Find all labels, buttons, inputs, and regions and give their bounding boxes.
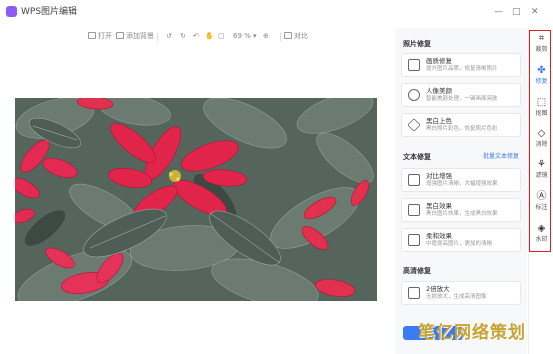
toolbar-divider [280, 33, 281, 41]
card-desc: 黑白照片彩色，恢复照片色彩 [426, 126, 498, 132]
add-background-label: 添加背景 [126, 32, 154, 40]
compare-icon [284, 32, 292, 39]
portrait-beauty-card[interactable]: 人像美颜 智能美颜处理，一键画面亮肤 [401, 83, 521, 107]
bw-icon [408, 204, 420, 216]
card-desc: 智能美颜处理，一键画面亮肤 [426, 96, 498, 102]
zoom-select[interactable]: 69 % ▾ [233, 30, 257, 42]
portrait-icon [408, 89, 420, 101]
zoom-value: 69 % [233, 32, 251, 40]
contrast-enhance-card[interactable]: 对比增强 增强图片清晰，大幅增强效果 [401, 168, 521, 192]
top-toolbar: 打开 添加背景 ↺ ↻ ↶ ✋ ▢ 69 % ▾ ⊕ 对比 [0, 27, 395, 45]
soft-effect-card[interactable]: 柔和效果 中度提高图片，更加的清晰 [401, 228, 521, 252]
batch-text-repair-link[interactable]: 批量文本修复 [483, 152, 519, 162]
minimize-button[interactable]: — [494, 6, 503, 18]
undo-button[interactable]: ↶ [193, 30, 199, 42]
expand-icon [408, 287, 420, 299]
folder-icon [88, 32, 96, 39]
site-watermark: 笔亿网络策划 [418, 323, 526, 343]
app-title: WPS图片编辑 [21, 7, 78, 17]
card-desc: 提升图片品质，修复清晰照片 [426, 66, 498, 72]
background-icon [116, 32, 124, 39]
toolbar-divider [157, 33, 158, 41]
card-title: 对比增强 [426, 172, 452, 180]
card-desc: 黑白图片效果，生成黑白效果 [426, 211, 498, 217]
bw-effect-card[interactable]: 黑白效果 黑白图片效果，生成黑白效果 [401, 198, 521, 222]
quality-repair-card[interactable]: 画质修复 提升图片品质，修复清晰照片 [401, 53, 521, 77]
card-title: 黑白上色 [426, 117, 452, 125]
card-title: 黑白效果 [426, 202, 452, 210]
card-title: 人像美颜 [426, 87, 452, 95]
card-desc: 无损放大，生成高清图像 [426, 294, 487, 300]
soft-icon [408, 234, 420, 246]
colorize-icon [407, 118, 421, 132]
hand-tool-button[interactable]: ✋ [205, 30, 214, 42]
upscale-2x-card[interactable]: 2倍放大 无损放大，生成高清图像 [401, 281, 521, 305]
compare-button[interactable]: 对比 [284, 30, 308, 42]
rotate-left-button[interactable]: ↺ [166, 30, 172, 42]
repair-panel: 照片修复 画质修复 提升图片品质，修复清晰照片 人像美颜 智能美颜处理，一键画面… [395, 28, 527, 354]
card-title: 画质修复 [426, 57, 452, 65]
highlight-frame [529, 30, 551, 252]
contrast-icon [408, 174, 420, 186]
compare-label: 对比 [294, 32, 308, 40]
title-bar: WPS图片编辑 — □ ✕ [0, 0, 553, 24]
rotate-right-button[interactable]: ↻ [180, 30, 186, 42]
colorize-card[interactable]: 黑白上色 黑白照片彩色，恢复照片色彩 [401, 113, 521, 137]
hd-repair-heading: 高清修复 [403, 267, 431, 275]
card-desc: 增强图片清晰，大幅增强效果 [426, 181, 498, 187]
zoom-in-button[interactable]: ⊕ [263, 30, 269, 42]
app-logo-icon [6, 6, 17, 17]
card-title: 柔和效果 [426, 232, 452, 240]
card-title: 2倍放大 [426, 285, 450, 293]
close-button[interactable]: ✕ [531, 6, 539, 18]
open-label: 打开 [98, 32, 112, 40]
poinsettia-photo [15, 98, 377, 301]
card-desc: 中度提高图片，更加的清晰 [426, 241, 493, 247]
maximize-button[interactable]: □ [512, 6, 521, 18]
add-background-button[interactable]: 添加背景 [116, 30, 154, 42]
fit-screen-button[interactable]: ▢ [218, 30, 225, 42]
text-repair-heading: 文本修复 [403, 153, 431, 161]
open-button[interactable]: 打开 [88, 30, 112, 42]
photo-repair-heading: 照片修复 [403, 40, 431, 48]
quality-icon [408, 59, 420, 71]
